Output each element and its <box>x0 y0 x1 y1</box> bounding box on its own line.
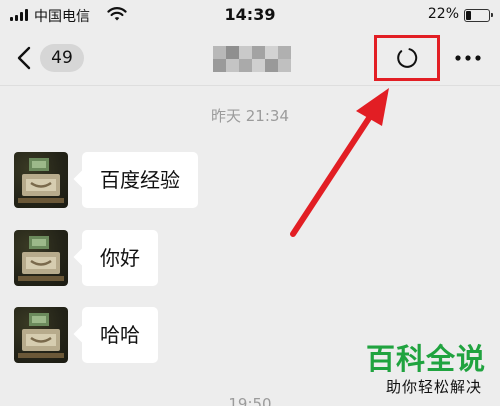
status-bar: 中国电信 14:39 22% <box>0 0 500 30</box>
chat-header: 49 <box>0 30 500 86</box>
battery-percentage: 22% <box>427 6 459 22</box>
avatar[interactable] <box>14 307 68 363</box>
message-bubble[interactable]: 哈哈 <box>82 307 158 363</box>
message-bubble[interactable]: 百度经验 <box>82 152 198 208</box>
back-chevron-icon[interactable] <box>14 45 36 71</box>
unread-count-badge[interactable]: 49 <box>40 44 84 72</box>
message-timestamp: 昨天 21:34 <box>211 107 289 125</box>
watermark-logo: 百科全说 助你轻松解决 <box>364 336 486 398</box>
battery-level-fill <box>466 11 471 20</box>
avatar[interactable] <box>14 230 68 286</box>
refresh-button[interactable] <box>374 35 440 81</box>
watermark-title: 百科全说 <box>365 342 486 376</box>
message-bubble[interactable]: 你好 <box>82 230 158 286</box>
contact-name-pixelated[interactable] <box>213 44 291 72</box>
watermark-subtitle: 助你轻松解决 <box>385 378 482 396</box>
refresh-icon <box>397 48 418 68</box>
battery-icon <box>464 9 493 22</box>
more-options-icon[interactable] <box>448 42 488 74</box>
avatar[interactable] <box>14 152 68 208</box>
status-time: 14:39 <box>224 5 276 24</box>
